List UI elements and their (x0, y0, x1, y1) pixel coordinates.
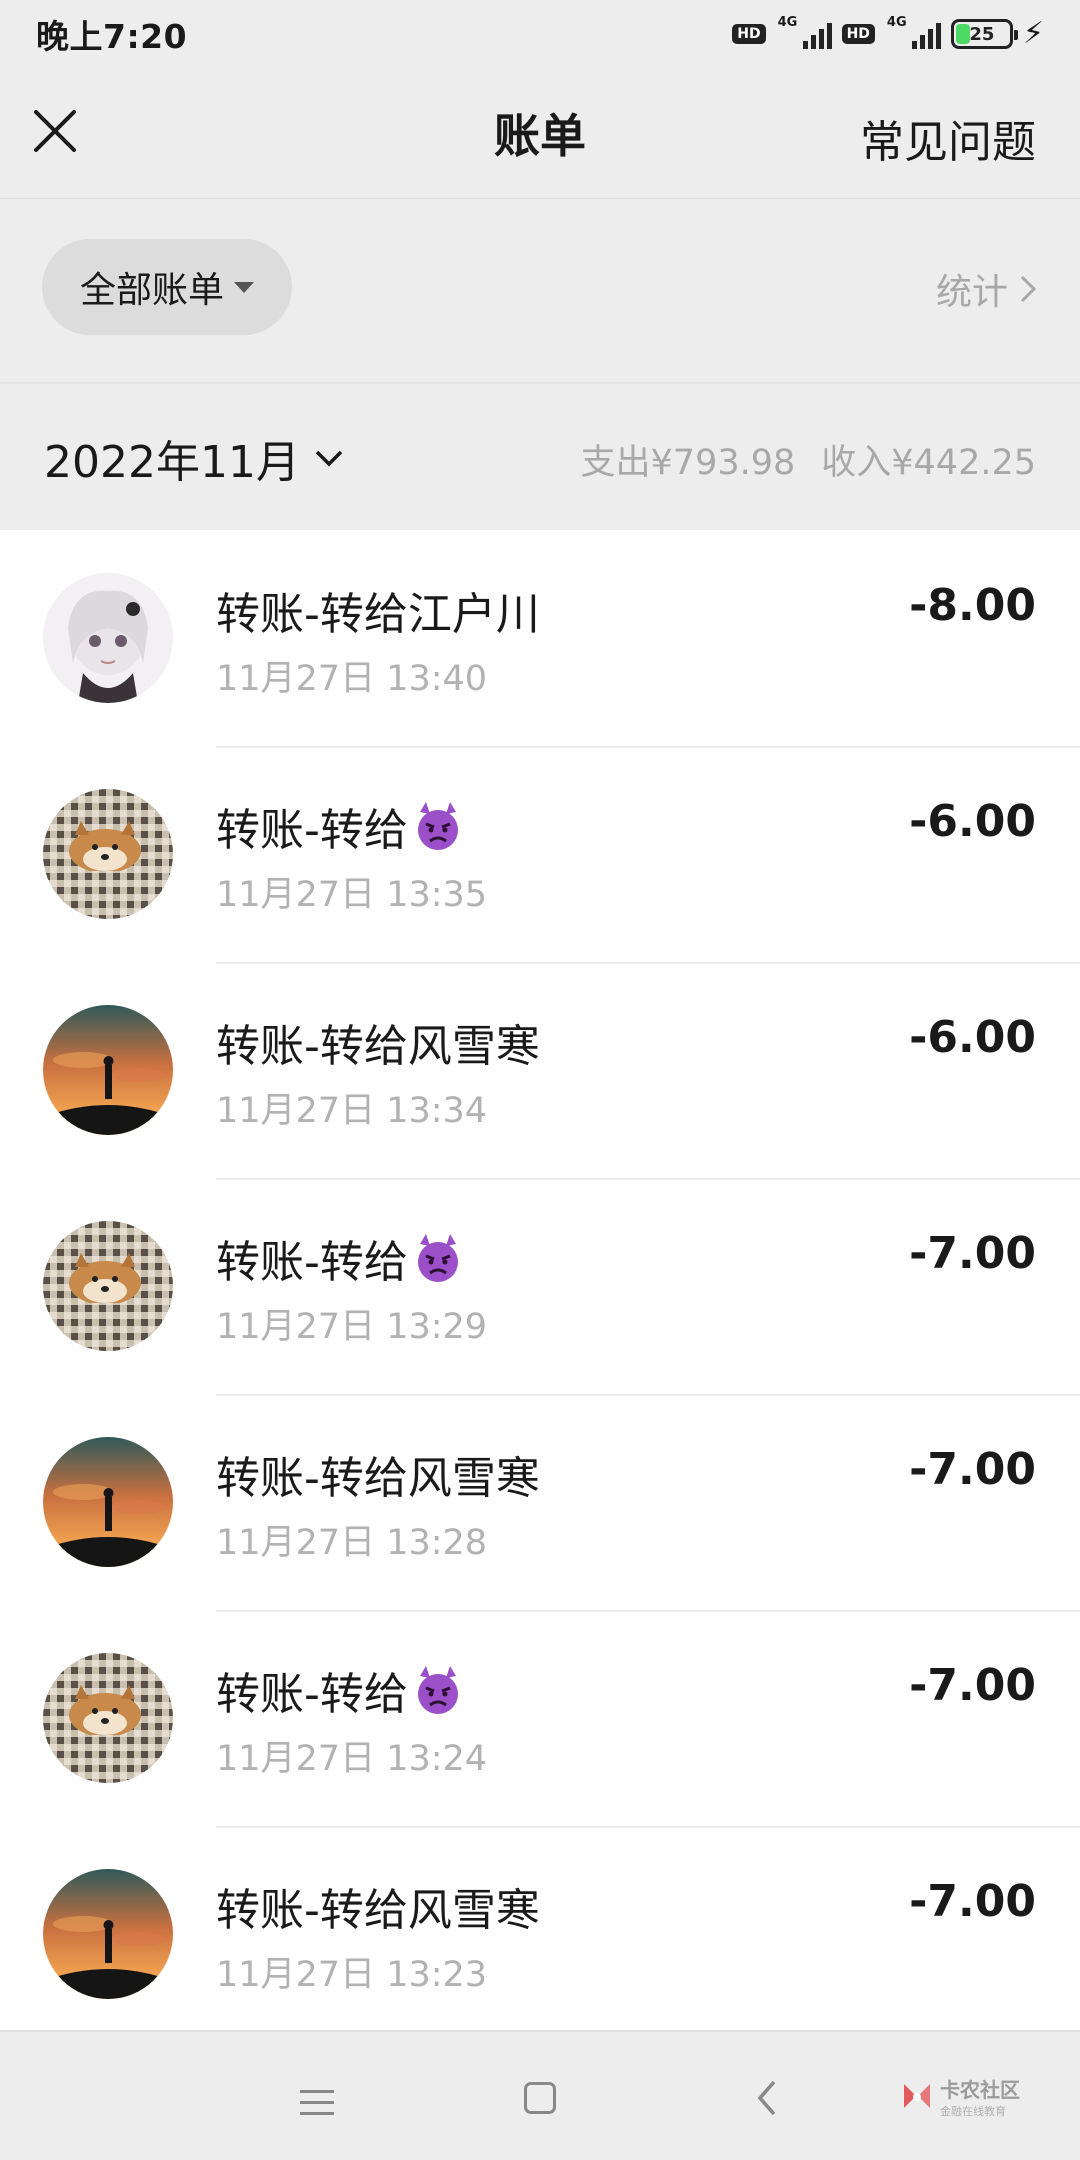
avatar-anime-girl (43, 573, 173, 703)
divider (216, 962, 1080, 964)
transaction-time: 11月27日 13:35 (216, 875, 488, 915)
stats-label: 统计 (935, 272, 1008, 313)
avatar-shiba-dog (43, 789, 173, 919)
divider (216, 746, 1080, 748)
battery-icon: 25 (950, 19, 1018, 49)
close-icon[interactable] (32, 108, 78, 154)
bill-filter-label: 全部账单 (79, 270, 224, 311)
nav-bar: 账单 常见问题 (0, 68, 1080, 198)
avatar-sunset-silhouette (43, 1005, 173, 1135)
signal-icon-2: 4G (885, 15, 941, 51)
home-icon[interactable] (524, 2082, 556, 2114)
expense-total: 支出¥793.98 (580, 443, 796, 483)
divider (216, 1178, 1080, 1180)
transaction-item[interactable]: 转账-转给江户川 11月27日 13:40 -8.00 (0, 530, 1080, 746)
status-time: 晚上7:20 (36, 17, 188, 56)
transaction-item[interactable]: 转账-转给风雪寒 11月27日 13:28 -7.00 (0, 1394, 1080, 1610)
menu-icon[interactable] (300, 2090, 334, 2123)
transaction-title: 转账-转给风雪寒 (216, 1453, 540, 1504)
chevron-down-icon (315, 450, 343, 467)
transaction-title: 转账-转给 (216, 1658, 464, 1722)
transaction-time: 11月27日 13:28 (216, 1523, 488, 1563)
transaction-amount: -7.00 (909, 1228, 1036, 1279)
transaction-list: 转账-转给江户川 11月27日 13:40 -8.00 转账-转给 11月27日… (0, 530, 1080, 2030)
chevron-right-icon (1020, 275, 1036, 303)
transaction-amount: -7.00 (909, 1660, 1036, 1711)
faq-link[interactable]: 常见问题 (860, 106, 1036, 170)
watermark-sub: 金融在线教育 (940, 2105, 1006, 2118)
page-title: 账单 (494, 109, 586, 163)
divider (216, 1826, 1080, 1828)
transaction-amount: -7.00 (909, 1876, 1036, 1927)
transaction-title: 转账-转给风雪寒 (216, 1021, 540, 1072)
transaction-amount: -6.00 (909, 796, 1036, 847)
status-bar: 晚上7:20 HD 4G HD 4G 25 ⚡ (0, 0, 1080, 68)
hd-badge-2: HD (841, 24, 875, 44)
transaction-title: 转账-转给 (216, 1226, 464, 1290)
income-total: 收入¥442.25 (821, 443, 1036, 483)
watermark-name: 卡农社区 (940, 2078, 1020, 2102)
transaction-item[interactable]: 转账-转给风雪寒 11月27日 13:23 -7.00 (0, 1826, 1080, 2030)
transaction-item[interactable]: 转账-转给 11月27日 13:24 -7.00 (0, 1610, 1080, 1826)
month-label: 2022年11月 (44, 437, 300, 488)
transaction-amount: -8.00 (909, 580, 1036, 631)
filter-row: 全部账单 统计 (0, 198, 1080, 382)
system-nav-bar: 卡农社区 金融在线教育 (0, 2030, 1080, 2160)
transaction-item[interactable]: 转账-转给 11月27日 13:35 -6.00 (0, 746, 1080, 962)
avatar-sunset-silhouette (43, 1869, 173, 1999)
transaction-time: 11月27日 13:29 (216, 1307, 488, 1347)
transaction-item[interactable]: 转账-转给风雪寒 11月27日 13:34 -6.00 (0, 962, 1080, 1178)
caret-down-icon (234, 281, 254, 293)
bill-filter-button[interactable]: 全部账单 (42, 239, 292, 335)
divider (216, 1610, 1080, 1612)
divider (216, 1394, 1080, 1396)
angry-devil-emoji (417, 802, 458, 850)
charging-icon: ⚡ (1022, 16, 1044, 51)
transaction-amount: -6.00 (909, 1012, 1036, 1063)
avatar-shiba-dog (43, 1221, 173, 1351)
avatar-sunset-silhouette (43, 1437, 173, 1567)
back-icon[interactable] (752, 2078, 782, 2118)
transaction-time: 11月27日 13:23 (216, 1955, 488, 1995)
hd-badge: HD (732, 24, 766, 44)
transaction-title: 转账-转给江户川 (216, 589, 540, 640)
transaction-time: 11月27日 13:40 (216, 659, 488, 699)
transaction-item[interactable]: 转账-转给 11月27日 13:29 -7.00 (0, 1178, 1080, 1394)
transaction-title: 转账-转给风雪寒 (216, 1885, 540, 1936)
battery-level: 25 (969, 23, 995, 45)
transaction-title: 转账-转给 (216, 794, 464, 858)
watermark: 卡农社区 金融在线教育 (900, 2074, 1020, 2119)
stats-link[interactable]: 统计 (936, 263, 1036, 315)
transaction-amount: -7.00 (909, 1444, 1036, 1495)
month-header: 2022年11月 支出¥793.98 收入¥442.25 (0, 382, 1080, 530)
kanong-logo-icon (904, 2083, 930, 2108)
transaction-time: 11月27日 13:24 (216, 1739, 488, 1779)
transaction-time: 11月27日 13:34 (216, 1091, 488, 1131)
angry-devil-emoji (417, 1234, 458, 1282)
signal-icon: 4G (776, 15, 832, 51)
avatar-shiba-dog (43, 1653, 173, 1783)
angry-devil-emoji (417, 1666, 458, 1714)
month-picker[interactable]: 2022年11月 (44, 426, 344, 490)
month-summary: 支出¥793.98 收入¥442.25 (581, 434, 1036, 485)
status-icons: HD 4G HD 4G 25 ⚡ (732, 15, 1044, 51)
